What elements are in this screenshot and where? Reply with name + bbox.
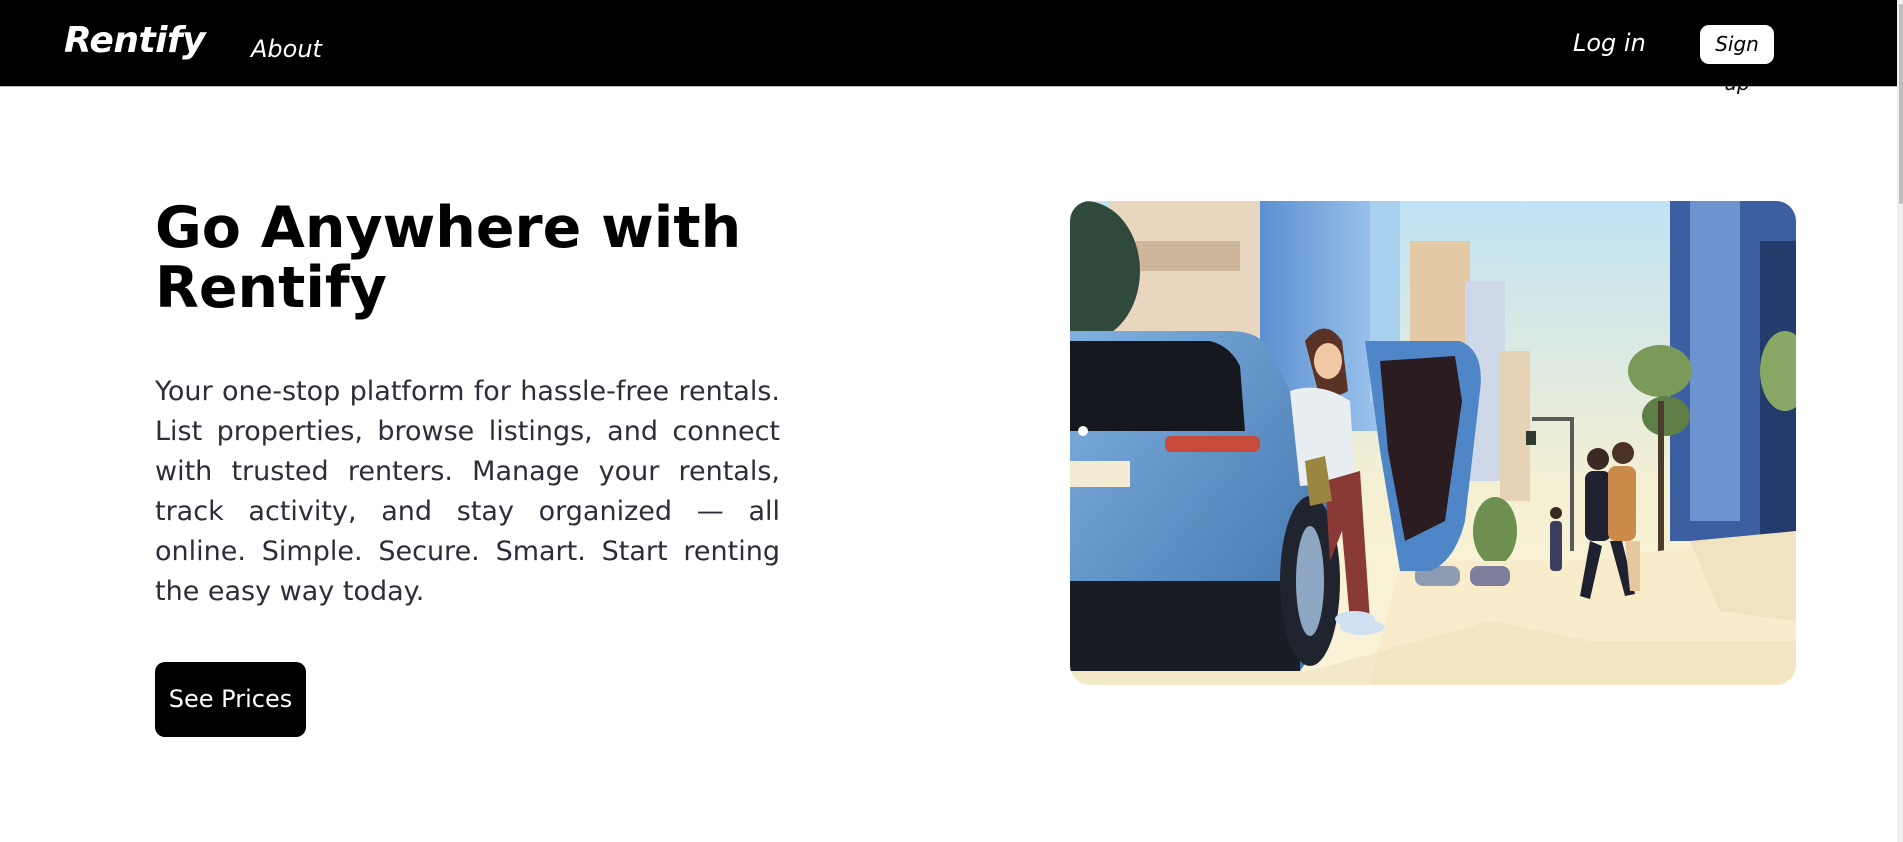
hero-description: Your one-stop platform for hassle-free r… <box>155 376 780 607</box>
hero-title: Go Anywhere with Rentify <box>155 195 742 321</box>
see-prices-button[interactable]: See Prices <box>155 662 306 737</box>
signup-button[interactable]: Sign up <box>1700 25 1774 95</box>
top-navbar: Rentify About Log in Sign up <box>0 0 1897 95</box>
page-scrollbar-thumb[interactable] <box>1899 4 1903 204</box>
login-link[interactable]: Log in <box>1573 29 1646 57</box>
nav-about-link[interactable]: About <box>251 35 322 63</box>
brand-logo[interactable]: Rentify <box>64 20 206 61</box>
hero-illustration <box>1070 201 1796 685</box>
